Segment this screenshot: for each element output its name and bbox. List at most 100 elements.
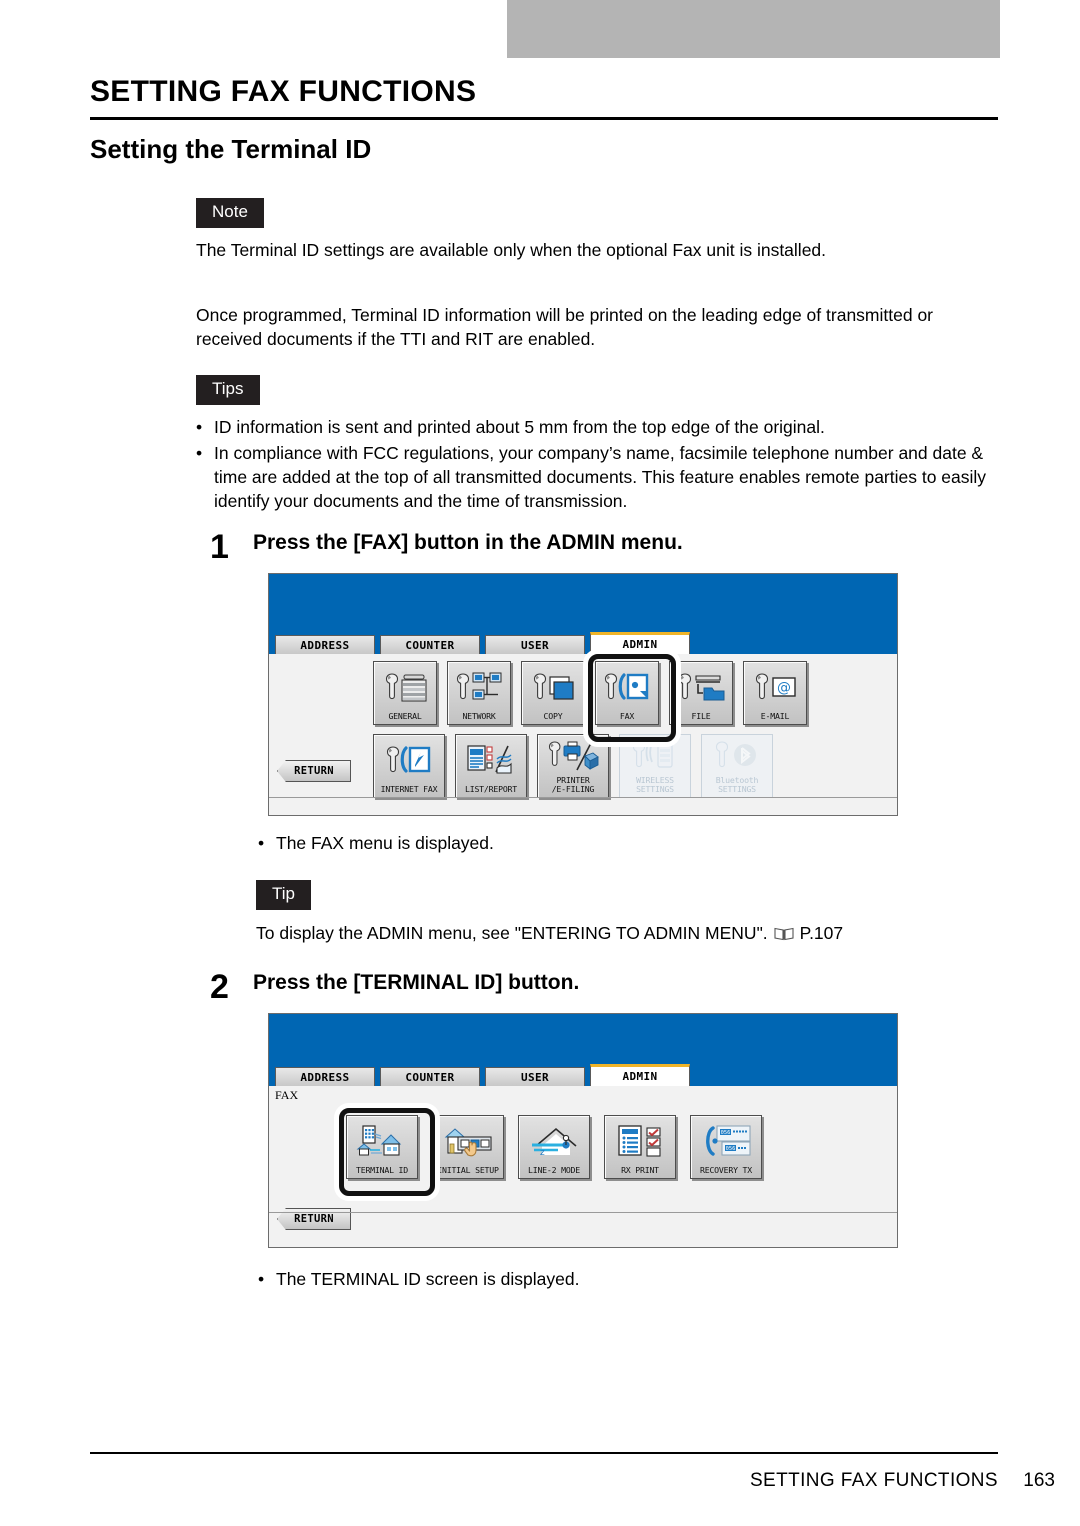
wrench-wireless-icon — [620, 735, 690, 776]
tab-label: ADMIN — [622, 1070, 658, 1083]
tips-list-item: • ID information is sent and printed abo… — [196, 415, 996, 439]
lcd-button-recovery-tx[interactable]: 056 056 RECOVERY TX — [690, 1115, 762, 1179]
lcd-button-printer-e-filing[interactable]: PRINTER /E-FILING — [537, 734, 609, 798]
tab-label: USER — [520, 1070, 550, 1084]
lcd-button-copy[interactable]: COPY — [521, 661, 585, 725]
tab-address[interactable]: ADDRESS — [275, 1067, 375, 1086]
lcd-button-fax[interactable]: FAX — [595, 661, 659, 725]
tab-bar: ADDRESS COUNTER USER ADMIN — [269, 1064, 897, 1086]
lcd-button-label: FILE — [691, 711, 711, 721]
lcd-button-label: INITIAL SETUP — [437, 1165, 499, 1175]
tab-bar: ADDRESS COUNTER USER ADMIN — [269, 632, 897, 654]
lcd-button-line-2-mode[interactable]: z LINE-2 MODE — [518, 1115, 590, 1179]
lcd-button-label: Bluetooth SETTINGS — [715, 775, 759, 794]
tips-item-text: In compliance with FCC regulations, your… — [214, 443, 987, 511]
wrench-fax-icon — [596, 662, 658, 712]
note-text: The Terminal ID settings are available o… — [196, 240, 827, 260]
bullet-icon: • — [258, 833, 265, 853]
svg-text:@: @ — [777, 680, 791, 696]
book-icon — [774, 926, 794, 941]
return-button[interactable]: RETURN — [277, 760, 351, 782]
wrench-copy-icon — [522, 662, 584, 712]
lcd-button-list-report[interactable]: LIST/REPORT — [455, 734, 527, 798]
lcd-button-rx-print[interactable]: RX PRINT — [604, 1115, 676, 1179]
tab-address[interactable]: ADDRESS — [275, 635, 375, 654]
lcd-divider — [269, 1212, 897, 1213]
lcd-button-terminal-id[interactable]: TERMINAL ID — [346, 1115, 418, 1179]
lcd-button-label: PRINTER /E-FILING — [551, 775, 595, 794]
tips-label: Tips — [196, 375, 260, 405]
lcd-button-label: WIRELESS SETTINGS — [636, 775, 674, 794]
step-1-result: • The FAX menu is displayed. — [258, 831, 958, 855]
lcd-button-file[interactable]: FILE — [669, 661, 733, 725]
step-2-result: • The TERMINAL ID screen is displayed. — [258, 1267, 958, 1291]
lcd-button-general[interactable]: GENERAL — [373, 661, 437, 725]
lcd-divider — [269, 797, 897, 798]
lcd-button-internet-fax[interactable]: INTERNET FAX — [373, 734, 445, 798]
step-2-number: 2 — [210, 968, 229, 1006]
step-1-heading: Press the [FAX] button in the ADMIN menu… — [253, 531, 683, 554]
lcd-button-e-mail[interactable]: @ E-MAIL — [743, 661, 807, 725]
bullet-icon: • — [196, 443, 203, 463]
tips-item-text: ID information is sent and printed about… — [214, 417, 825, 437]
breadcrumb: FAX — [275, 1088, 299, 1102]
tab-user[interactable]: USER — [485, 635, 585, 654]
page-title: SETTING FAX FUNCTIONS — [90, 75, 477, 108]
bullet-icon: • — [196, 417, 203, 437]
hand-setup-icon — [433, 1116, 503, 1166]
lcd-content-area: GENERAL NETWORK COPY FAX FILE @ E-MAIL I… — [269, 654, 897, 814]
step-2-result-text: The TERMINAL ID screen is displayed. — [276, 1269, 580, 1289]
wrench-copier-icon — [374, 662, 436, 712]
lcd-header-area — [269, 1014, 897, 1064]
footer-title: SETTING FAX FUNCTIONS — [749, 1470, 998, 1491]
intro-line-1: Once programmed, Terminal ID information… — [196, 305, 933, 325]
note-label: Note — [196, 198, 264, 228]
lcd-button-label: E-MAIL — [760, 711, 790, 721]
section-title: Setting the Terminal ID — [90, 134, 372, 164]
lcd-button-network[interactable]: NETWORK — [447, 661, 511, 725]
lcd-button-wireless-settings: WIRELESS SETTINGS — [619, 734, 691, 798]
wrench-bluetooth-icon — [702, 735, 772, 776]
tab-label: COUNTER — [405, 638, 455, 652]
line2-house-icon: z — [519, 1116, 589, 1166]
tip-text: To display the ADMIN menu, see "ENTERING… — [256, 923, 768, 943]
tab-user[interactable]: USER — [485, 1067, 585, 1086]
step-2-heading: Press the [TERMINAL ID] button. — [253, 971, 580, 994]
tab-label: COUNTER — [405, 1070, 455, 1084]
footer-divider — [90, 1452, 998, 1454]
tab-label: ADDRESS — [300, 638, 350, 652]
wrench-internet-fax-icon — [374, 735, 444, 785]
title-divider — [90, 117, 998, 120]
tab-label: ADMIN — [622, 638, 658, 651]
tab-counter[interactable]: COUNTER — [380, 1067, 480, 1086]
tip-label: Tip — [256, 880, 311, 910]
lcd-button-label: RECOVERY TX — [699, 1165, 753, 1175]
svg-text:z: z — [540, 1148, 545, 1158]
lcd-button-label: RX PRINT — [621, 1165, 659, 1175]
header-grey-band — [507, 0, 1000, 58]
wrench-network-icon — [448, 662, 510, 712]
lcd-screen-fax-menu: ADDRESS COUNTER USER ADMIN FAX TERMINAL ID — [268, 1013, 898, 1248]
lcd-button-label: FAX — [619, 711, 635, 721]
lcd-button-label: LIST/REPORT — [464, 784, 518, 794]
lcd-button-label: NETWORK — [462, 711, 496, 721]
tip-reference-page: P.107 — [799, 923, 844, 943]
footer-page-number: 163 — [1023, 1470, 1055, 1491]
intro-line-2: received documents if the TTI and RIT ar… — [196, 329, 596, 349]
lcd-header-area — [269, 574, 897, 632]
lcd-button-label: INTERNET FAX — [380, 784, 438, 794]
lcd-button-label: GENERAL — [388, 711, 422, 721]
tab-admin[interactable]: ADMIN — [590, 632, 690, 654]
wrench-file-icon — [670, 662, 732, 712]
svg-text:056: 056 — [726, 1146, 736, 1152]
lcd-button-label: TERMINAL ID — [355, 1165, 409, 1175]
lcd-button-initial-setup[interactable]: INITIAL SETUP — [432, 1115, 504, 1179]
rx-print-icon — [605, 1116, 675, 1166]
tab-admin[interactable]: ADMIN — [590, 1064, 690, 1086]
wrench-printer-efiling-icon — [538, 735, 608, 776]
recovery-tx-icon: 056 056 — [691, 1116, 761, 1166]
tab-label: ADDRESS — [300, 1070, 350, 1084]
buildings-house-icon — [347, 1116, 417, 1166]
tab-counter[interactable]: COUNTER — [380, 635, 480, 654]
tips-list-item: • In compliance with FCC regulations, yo… — [196, 441, 996, 513]
